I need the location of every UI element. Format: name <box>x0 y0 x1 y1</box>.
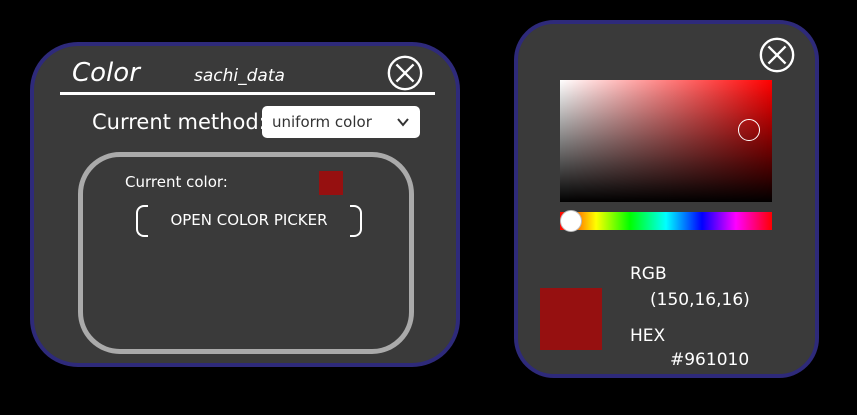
close-circle-x-icon <box>387 55 423 91</box>
close-circle-x-icon <box>759 37 795 73</box>
button-bracket-right <box>350 205 362 237</box>
hue-slider-handle[interactable] <box>559 210 582 232</box>
close-color-panel-button[interactable] <box>386 54 424 92</box>
rgb-value: (150,16,16) <box>650 290 750 310</box>
dataset-name: sachi_data <box>194 66 285 86</box>
current-color-label: Current color: <box>125 173 228 191</box>
title-divider <box>60 92 435 95</box>
button-bracket-left <box>136 205 148 237</box>
panel-title: Color <box>72 58 140 88</box>
color-picker-panel: RGB (150,16,16) HEX #961010 <box>514 20 819 378</box>
hex-value: #961010 <box>670 350 750 370</box>
current-color-swatch <box>319 171 343 195</box>
open-color-picker-label: OPEN COLOR PICKER <box>170 211 328 229</box>
color-panel: Color sachi_data Current method: uniform… <box>30 42 460 367</box>
saturation-value-handle[interactable] <box>737 119 760 142</box>
open-color-picker-button[interactable]: OPEN COLOR PICKER <box>136 205 362 237</box>
method-select[interactable]: uniform color <box>262 106 420 138</box>
hex-label: HEX <box>630 326 666 346</box>
current-color-frame: Current color: OPEN COLOR PICKER <box>78 152 414 354</box>
rgb-label: RGB <box>630 264 667 284</box>
chevron-down-icon <box>397 118 409 127</box>
method-label: Current method: <box>92 110 266 134</box>
saturation-value-area[interactable] <box>560 80 772 202</box>
close-picker-button[interactable] <box>758 36 796 74</box>
hue-slider[interactable] <box>559 210 772 232</box>
method-select-value: uniform color <box>272 113 372 131</box>
color-preview-swatch <box>540 288 602 350</box>
